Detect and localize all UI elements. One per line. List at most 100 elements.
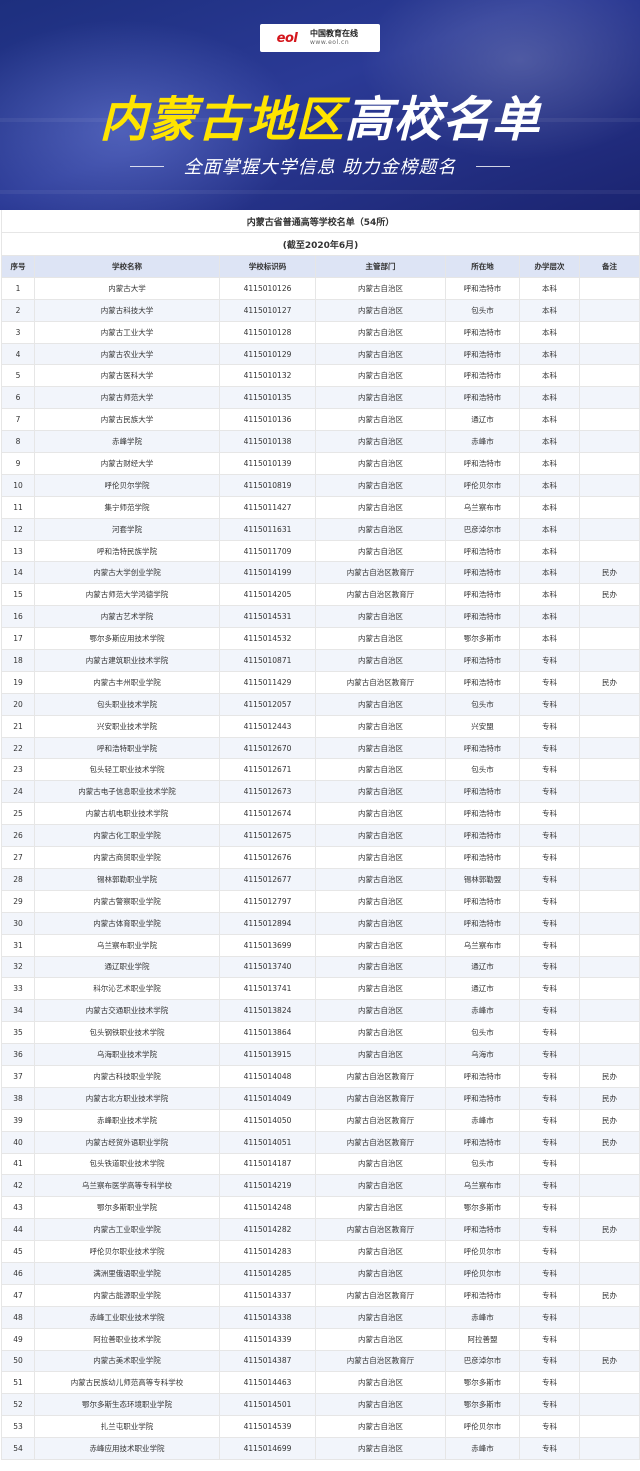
col-level-cell: 本科: [519, 627, 580, 651]
table-title: 内蒙古省普通高等学校名单（54所）: [1, 210, 640, 233]
col-level-cell: 专科: [519, 889, 580, 913]
col-index-cell: 45: [1, 1240, 35, 1263]
col-school-code-cell: 4115011709: [219, 539, 316, 563]
col-level-cell: 专科: [519, 911, 580, 935]
col-authority-cell: 内蒙古自治区: [315, 1305, 446, 1329]
table-row: 37 内蒙古科技职业学院 4115014048 内蒙古自治区教育厅 呼和浩特市 专科 民办: [1, 1064, 640, 1088]
col-school-name-cell: 内蒙古电子信息职业技术学院: [34, 780, 220, 804]
col-location-cell: 呼和浩特市: [445, 342, 520, 366]
table-row: 22 呼和浩特职业学院 4115012670 内蒙古自治区 呼和浩特市 专科: [1, 736, 640, 760]
col-remark-cell: [579, 714, 640, 738]
col-index-cell: 9: [1, 452, 35, 475]
col-school-code-cell: 4115012676: [219, 846, 316, 869]
table-row: 26 内蒙古化工职业学院 4115012675 内蒙古自治区 呼和浩特市 专科: [1, 824, 640, 848]
col-location-cell: 呼和浩特市: [445, 1218, 520, 1242]
table-row: 12 河套学院 4115011631 内蒙古自治区 巴彦淖尔市 本科: [1, 517, 640, 541]
col-school-code-cell: 4115014050: [219, 1108, 316, 1132]
col-remark-cell: [579, 846, 640, 869]
col-level-cell: 专科: [519, 933, 580, 957]
col-index-cell: 48: [1, 1305, 35, 1329]
col-school-code-cell: 4115012670: [219, 736, 316, 760]
col-remark-cell: [579, 1043, 640, 1066]
col-level-cell: 专科: [519, 1283, 580, 1307]
col-school-code-cell: 4115012057: [219, 692, 316, 716]
col-authority-cell: 内蒙古自治区: [315, 911, 446, 935]
col-index-cell: 44: [1, 1218, 35, 1242]
col-authority-cell: 内蒙古自治区教育厅: [315, 1283, 446, 1307]
col-level-cell: 本科: [519, 430, 580, 454]
col-school-code-cell: 4115014338: [219, 1305, 316, 1329]
col-school-name-cell: 呼和浩特职业学院: [34, 736, 220, 760]
col-level-cell: 专科: [519, 714, 580, 738]
col-level-cell: 专科: [519, 1261, 580, 1285]
col-school-name-cell: 乌海职业技术学院: [34, 1043, 220, 1066]
col-index-cell: 10: [1, 473, 35, 497]
table-row: 24 内蒙古电子信息职业技术学院 4115012673 内蒙古自治区 呼和浩特市 专科: [1, 780, 640, 804]
table-row: 27 内蒙古商贸职业学院 4115012676 内蒙古自治区 呼和浩特市 专科: [1, 846, 640, 869]
col-school-code-cell: 4115014283: [219, 1240, 316, 1263]
col-school-code-cell: 4115010136: [219, 408, 316, 432]
table-row: 41 包头铁道职业技术学院 4115014187 内蒙古自治区 包头市 专科: [1, 1152, 640, 1176]
col-remark-cell: [579, 430, 640, 454]
col-level-cell: 专科: [519, 999, 580, 1023]
col-index-cell: 4: [1, 342, 35, 366]
table-row: 46 满洲里俄语职业学院 4115014285 内蒙古自治区 呼伦贝尔市 专科: [1, 1261, 640, 1285]
col-school-name-cell: 包头钢铁职业技术学院: [34, 1021, 220, 1045]
col-index-cell: 14: [1, 561, 35, 585]
col-school-code-cell: 4115014531: [219, 605, 316, 629]
table-row: 15 内蒙古师范大学鸿德学院 4115014205 内蒙古自治区教育厅 呼和浩特市 本科民…: [1, 583, 640, 607]
col-school-code-cell: 4115012671: [219, 758, 316, 782]
col-location-cell: 呼和浩特市: [445, 846, 520, 869]
logo-name: 中国教育在线: [310, 29, 358, 38]
header-banner: eol 中国教育在线 www.eol.cn 内蒙古地区高校名单 全面掌握大学信息…: [0, 0, 640, 210]
col-school-code-cell: 4115014205: [219, 583, 316, 607]
col-school-name-cell: 锡林郭勒职业学院: [34, 867, 220, 891]
col-index-cell: 25: [1, 802, 35, 826]
table-row: 14 内蒙古大学创业学院 4115014199 内蒙古自治区教育厅 呼和浩特市 本科 民办: [1, 561, 640, 585]
table-row: 10 呼伦贝尔学院 4115010819 内蒙古自治区 呼伦贝尔市 本科: [1, 473, 640, 497]
col-level-cell: 专科: [519, 1021, 580, 1045]
col-index-cell: 26: [1, 824, 35, 848]
col-remark-cell: [579, 342, 640, 366]
col-authority-cell: 内蒙古自治区: [315, 736, 446, 760]
col-remark-cell: [579, 889, 640, 913]
col-school-code-cell: 4115014282: [219, 1218, 316, 1242]
col-school-name-cell: 包头职业技术学院: [34, 692, 220, 716]
col-location-cell: 通辽市: [445, 955, 520, 979]
col-location-cell: 呼和浩特市: [445, 889, 520, 913]
table-header-row: 序号 学校名称 学校标识码 主管部门 所在地 办学层次 备注: [1, 255, 640, 278]
col-level-cell: 专科: [519, 1218, 580, 1242]
col-school-name-cell: 乌兰察布医学高等专科学校: [34, 1174, 220, 1198]
col-remark-cell: [579, 1415, 640, 1439]
col-authority-cell: 内蒙古自治区: [315, 276, 446, 300]
col-index-cell: 17: [1, 627, 35, 651]
col-level-cell: 本科: [519, 561, 580, 585]
col-authority-cell: 内蒙古自治区: [315, 999, 446, 1023]
col-remark-cell: [579, 605, 640, 629]
col-authority-cell: 内蒙古自治区: [315, 627, 446, 651]
col-level-cell: 专科: [519, 846, 580, 869]
table-row: 3 内蒙古工业大学 4115010128 内蒙古自治区 呼和浩特市 本科: [1, 320, 640, 344]
col-index-cell: 18: [1, 649, 35, 672]
col-location-cell: 包头市: [445, 298, 520, 322]
col-location-cell: 呼和浩特市: [445, 276, 520, 300]
table-row: 33 科尔沁艺术职业学院 4115013741 内蒙古自治区 通辽市 专科: [1, 977, 640, 1001]
col-remark-cell: [579, 1437, 640, 1460]
table-row: 4 内蒙古农业大学 4115010129 内蒙古自治区 呼和浩特市 本科: [1, 342, 640, 366]
table-row: 18 内蒙古建筑职业技术学院 4115010871 内蒙古自治区 呼和浩特市 专科: [1, 649, 640, 672]
col-school-code-cell: 4115014248: [219, 1196, 316, 1220]
col-level-cell: 专科: [519, 1393, 580, 1417]
table-row: 8 赤峰学院 4115010138 内蒙古自治区 赤峰市 本科: [1, 430, 640, 454]
col-school-name-cell: 内蒙古交通职业技术学院: [34, 999, 220, 1023]
col-level-cell: 专科: [519, 1152, 580, 1176]
col-authority-cell: 内蒙古自治区教育厅: [315, 1064, 446, 1088]
subtitle-divider-left: [129, 165, 164, 167]
col-location-cell: 呼伦贝尔市: [445, 1415, 520, 1439]
col-location-cell: 呼和浩特市: [445, 780, 520, 804]
col-remark-cell: 民办: [579, 561, 640, 585]
col-remark-cell: [579, 1305, 640, 1329]
col-index-cell: 15: [1, 583, 35, 607]
col-school-name-cell: 呼和浩特民族学院: [34, 539, 220, 563]
col-authority-cell: 内蒙古自治区: [315, 867, 446, 891]
col-index-cell: 12: [1, 517, 35, 541]
